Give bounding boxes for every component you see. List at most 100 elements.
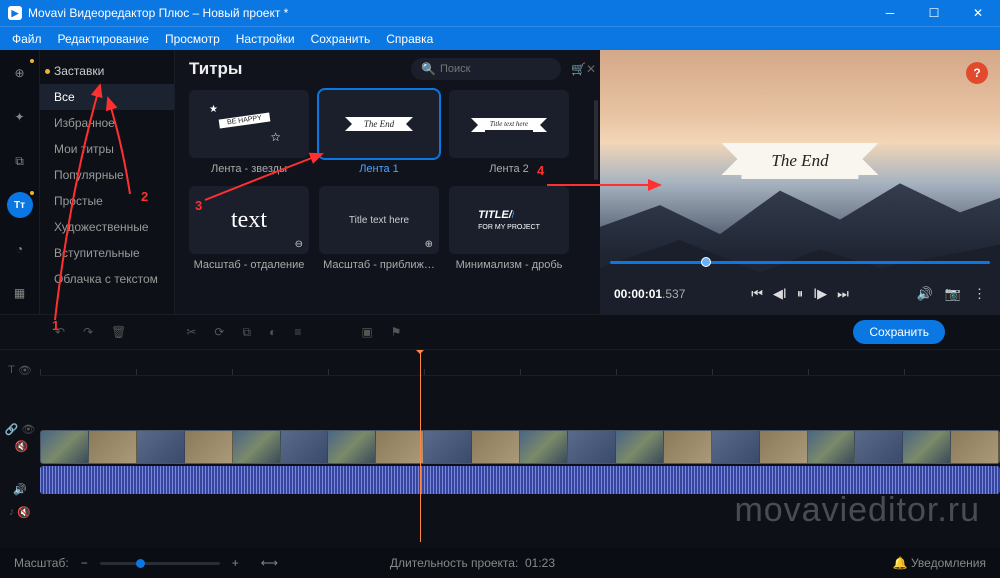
visibility-icon[interactable]: 👁 <box>18 364 32 377</box>
rail-more-button[interactable]: ▦ <box>7 280 33 306</box>
card-sample-text: Title text here <box>349 215 409 226</box>
timeline-tracks[interactable] <box>40 350 1000 542</box>
titlebar: ▶ Movavi Видеоредактор Плюс – Новый прое… <box>0 0 1000 26</box>
window-title: Movavi Видеоредактор Плюс – Новый проект… <box>28 6 288 20</box>
menu-file[interactable]: Файл <box>12 32 42 46</box>
window-maximize-button[interactable]: ☐ <box>912 0 956 26</box>
content-panel: Титры 🔍 ✕ 🛒 ★ ☆ BE HAPPY <box>175 50 600 314</box>
title-card-ribbon-stars[interactable]: ★ ☆ BE HAPPY <box>189 90 309 158</box>
timecode: 00:00:01.537 <box>614 287 685 301</box>
title-card-minimalism-slash[interactable]: TITLE//FOR MY PROJECT <box>449 186 569 254</box>
audio-clip[interactable] <box>40 466 1000 494</box>
track-header-video[interactable]: 🔗 👁 <box>5 423 36 436</box>
category-item-popular[interactable]: Популярные <box>40 162 174 188</box>
skip-end-icon[interactable]: ⏭ <box>837 286 849 302</box>
card-sample-text: TITLE//FOR MY PROJECT <box>478 209 540 231</box>
track-header-title[interactable]: T 👁 <box>8 364 32 377</box>
delete-icon[interactable]: 🗑 <box>111 325 126 339</box>
export-button[interactable]: Сохранить <box>853 320 945 344</box>
card-label: Лента 2 <box>489 163 529 176</box>
rail-effects-button[interactable]: ✦ <box>7 104 33 130</box>
preview-controls: 00:00:01.537 ⏮ ◀Ⅰ ⏸ Ⅰ▶ ⏭ 🔊 📷 ⋮ <box>600 286 1000 302</box>
track-header-audio-link[interactable]: 🔇 <box>12 440 29 453</box>
frame-back-icon[interactable]: ◀Ⅰ <box>773 286 787 302</box>
zoom-slider-knob[interactable] <box>136 559 145 568</box>
zoom-out-minus-icon[interactable]: − <box>81 556 88 570</box>
category-item-all[interactable]: Все <box>40 84 174 110</box>
rail-import-button[interactable]: ⊕ <box>7 60 33 86</box>
zoom-fit-icon[interactable]: ⟷ <box>261 556 278 570</box>
music-track-icon: ♪ <box>9 506 15 519</box>
snapshot-icon[interactable]: 📷 <box>945 286 961 302</box>
mute-icon[interactable]: 🔇 <box>15 440 29 453</box>
menu-settings[interactable]: Настройки <box>236 32 295 46</box>
zoom-label: Масштаб: <box>14 556 69 570</box>
title-card-zoom-out[interactable]: text ⊖ <box>189 186 309 254</box>
category-item-artistic[interactable]: Художественные <box>40 214 174 240</box>
title-card-zoom-in[interactable]: Title text here ⊕ <box>319 186 439 254</box>
search-box[interactable]: 🔍 ✕ <box>411 58 561 80</box>
mute-icon[interactable]: 🔇 <box>17 506 31 519</box>
category-item-my-titles[interactable]: Мои титры <box>40 136 174 162</box>
track-header-music[interactable]: ♪ 🔇 <box>9 506 31 519</box>
menu-edit[interactable]: Редактирование <box>58 32 149 46</box>
card-label: Лента 1 <box>359 163 399 176</box>
menu-save[interactable]: Сохранить <box>311 32 371 46</box>
crop-icon[interactable]: ⧉ <box>242 325 251 340</box>
notifications-button[interactable]: 🔔 Уведомления <box>893 556 986 570</box>
marker-icon[interactable]: ⚑ <box>391 325 402 339</box>
clip-properties-icon[interactable]: ≡ <box>294 325 301 339</box>
zoom-in-plus-icon[interactable]: + <box>232 556 239 570</box>
title-card-ribbon-2[interactable]: Title text here <box>449 90 569 158</box>
category-header[interactable]: Заставки <box>40 58 174 84</box>
rail-stickers-button[interactable]: ◔ <box>7 236 33 262</box>
skip-start-icon[interactable]: ⏮ <box>751 286 763 302</box>
play-pause-icon[interactable]: ⏸ <box>797 286 804 302</box>
timeline-ruler[interactable] <box>40 358 1000 376</box>
category-item-intros[interactable]: Вступительные <box>40 240 174 266</box>
track-header-audio[interactable]: 🔊 <box>13 483 27 496</box>
help-button[interactable]: ? <box>966 62 988 84</box>
category-panel: Заставки Все Избранное Мои титры Популяр… <box>40 50 175 314</box>
audio-track-icon: 🔊 <box>13 483 27 496</box>
search-clear-icon[interactable]: ✕ <box>586 62 596 76</box>
preview-menu-icon[interactable]: ⋮ <box>973 286 986 302</box>
timeline-track-headers: T 👁 🔗 👁 🔇 🔊 ♪ 🔇 <box>0 350 40 542</box>
annotation-number-3: 3 <box>195 198 202 213</box>
title-card-ribbon-1[interactable]: The End <box>319 90 439 158</box>
timeline-playhead[interactable] <box>420 350 421 542</box>
preview-seek-bar[interactable] <box>610 261 990 264</box>
rail-titles-button[interactable]: Tᴛ <box>7 192 33 218</box>
category-item-simple[interactable]: Простые <box>40 188 174 214</box>
content-scrollbar[interactable] <box>594 100 598 180</box>
menu-help[interactable]: Справка <box>386 32 433 46</box>
category-item-favorites[interactable]: Избранное <box>40 110 174 136</box>
frame-forward-icon[interactable]: Ⅰ▶ <box>813 286 827 302</box>
timeline-toolbar: ↶ ↷ 🗑 ✂ ⟳ ⧉ ◐ ≡ ▣ ⚑ Сохранить <box>0 314 1000 350</box>
zoom-out-icon: ⊖ <box>295 239 303 250</box>
redo-icon[interactable]: ↷ <box>83 325 93 339</box>
video-clip[interactable] <box>40 430 1000 464</box>
zoom-in-icon: ⊕ <box>425 239 433 250</box>
zoom-slider[interactable] <box>100 562 220 565</box>
card-sample-text: BE HAPPY <box>219 112 271 128</box>
cut-icon[interactable]: ✂ <box>186 325 196 339</box>
preview-title-overlay: The End <box>741 143 858 179</box>
text-track-icon: T <box>8 364 15 377</box>
record-icon[interactable]: ▣ <box>361 325 372 339</box>
search-input[interactable] <box>436 61 586 77</box>
color-adjust-icon[interactable]: ◐ <box>269 325 276 339</box>
visibility-icon[interactable]: 👁 <box>21 423 35 436</box>
cart-icon[interactable]: 🛒 <box>571 62 586 76</box>
rotate-icon[interactable]: ⟳ <box>214 325 224 339</box>
preview-viewport[interactable]: The End ? <box>600 50 1000 314</box>
card-sample-text: Title text here <box>480 118 538 130</box>
link-track-icon: 🔗 <box>5 423 19 436</box>
window-minimize-button[interactable]: ─ <box>868 0 912 26</box>
menu-view[interactable]: Просмотр <box>165 32 220 46</box>
category-item-speech-bubbles[interactable]: Облачка с текстом <box>40 266 174 292</box>
volume-icon[interactable]: 🔊 <box>917 286 933 302</box>
window-close-button[interactable]: ✕ <box>956 0 1000 26</box>
video-track[interactable] <box>40 430 1000 464</box>
rail-transitions-button[interactable]: ⧉ <box>7 148 33 174</box>
